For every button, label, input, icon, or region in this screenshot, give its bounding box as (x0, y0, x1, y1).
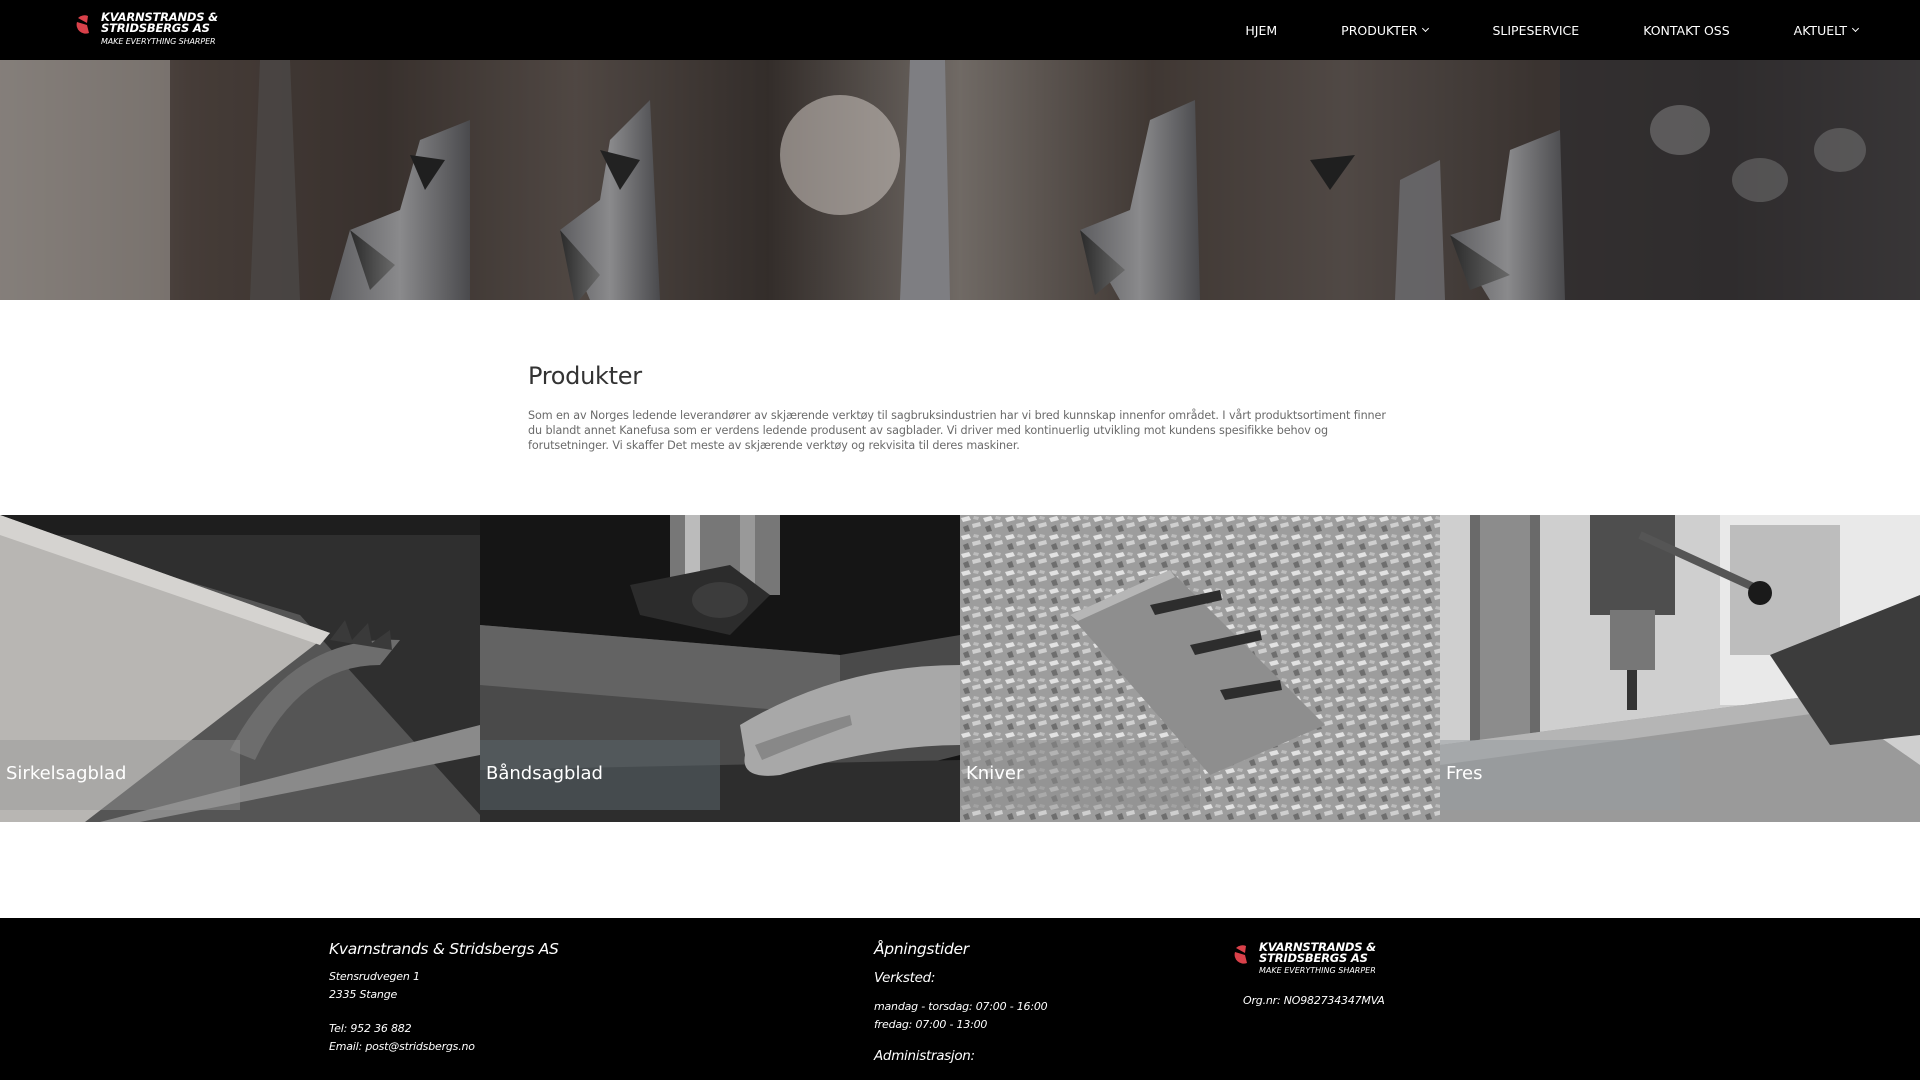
logo-tagline: MAKE EVERYTHING SHARPER (101, 37, 216, 46)
phone-number[interactable]: Tel: 952 36 882 (329, 1020, 559, 1038)
footer-hours: Åpningstider Verksted: mandag - torsdag:… (874, 940, 1048, 1064)
nav-item-kontakt-oss[interactable]: KONTAKT OSS (1643, 23, 1729, 38)
product-label: Kniver (966, 763, 1024, 784)
nav-label: AKTUELT (1793, 22, 1847, 38)
product-grid: Sirkelsagblad Båndsagblad Kniver Fres (0, 515, 1920, 822)
nav-item-produkter[interactable]: PRODUKTER (1341, 22, 1430, 38)
product-tile-bandsagblad[interactable]: Båndsagblad (480, 515, 960, 822)
intro-section: Produkter Som en av Norges ledende lever… (528, 362, 1390, 453)
nav-item-hjem[interactable]: HJEM (1245, 23, 1277, 38)
nav-label: PRODUKTER (1341, 22, 1418, 38)
address-line-2: 2335 Stange (329, 988, 398, 1001)
hero-illustration (0, 60, 1920, 300)
product-tile-sirkelsagblad[interactable]: Sirkelsagblad (0, 515, 480, 822)
chevron-down-icon (1851, 24, 1860, 33)
company-name: Kvarnstrands & Stridsbergs AS (329, 940, 559, 958)
admin-title: Administrasjon: (874, 1048, 975, 1064)
footer-company: Kvarnstrands & Stridsbergs AS Stensrudve… (329, 940, 559, 1056)
footer-logo-tagline: MAKE EVERYTHING SHARPER (1259, 966, 1376, 975)
product-label: Sirkelsagblad (6, 763, 127, 784)
main-nav: HJEM PRODUKTER SLIPESERVICE KONTAKT OSS … (1181, 0, 1860, 60)
logo-line-2: STRIDSBERGS AS (101, 21, 210, 35)
org-number: Org.nr: NO982734347MVA (1243, 994, 1385, 1007)
workshop-hours-friday: fredag: 07:00 - 13:00 (874, 1018, 988, 1031)
workshop-title: Verksted: (874, 970, 936, 986)
logo-mark-icon (1234, 945, 1247, 964)
nav-label: SLIPESERVICE (1492, 22, 1580, 38)
workshop-hours-weekdays: mandag - torsdag: 07:00 - 16:00 (874, 1000, 1048, 1013)
logo-mark-icon (76, 15, 89, 34)
chevron-down-icon (1422, 24, 1430, 33)
intro-paragraph: Som en av Norges ledende leverandører av… (528, 409, 1386, 452)
product-label: Fres (1446, 763, 1483, 784)
footer-logo: KVARNSTRANDS & STRIDSBERGS AS MAKE EVERY… (1234, 941, 1394, 980)
nav-item-aktuelt[interactable]: AKTUELT (1793, 22, 1860, 38)
product-label: Båndsagblad (486, 763, 603, 784)
logo-wordmark: KVARNSTRANDS & STRIDSBERGS AS (101, 11, 218, 35)
page-title: Produkter (528, 362, 642, 390)
footer-logo-line-2: STRIDSBERGS AS (1259, 951, 1368, 965)
hero-image-saw-blades (0, 60, 1920, 300)
site-logo[interactable]: KVARNSTRANDS & STRIDSBERGS AS MAKE EVERY… (76, 11, 236, 48)
product-tile-kniver[interactable]: Kniver (960, 515, 1440, 822)
nav-label: HJEM (1245, 22, 1278, 38)
footer-logo-wordmark: KVARNSTRANDS & STRIDSBERGS AS (1259, 941, 1376, 965)
hours-title: Åpningstider (874, 940, 969, 958)
product-tile-fres[interactable]: Fres (1440, 515, 1920, 822)
footer-brand: KVARNSTRANDS & STRIDSBERGS AS MAKE EVERY… (1234, 941, 1394, 1010)
address-line-1: Stensrudvegen 1 (329, 970, 420, 983)
nav-label: KONTAKT OSS (1643, 22, 1730, 38)
email-address[interactable]: Email: post@stridsbergs.no (329, 1038, 559, 1056)
site-header: KVARNSTRANDS & STRIDSBERGS AS MAKE EVERY… (0, 0, 1920, 60)
nav-item-slipeservice[interactable]: SLIPESERVICE (1492, 23, 1579, 38)
site-footer: Kvarnstrands & Stridsbergs AS Stensrudve… (0, 918, 1920, 1080)
